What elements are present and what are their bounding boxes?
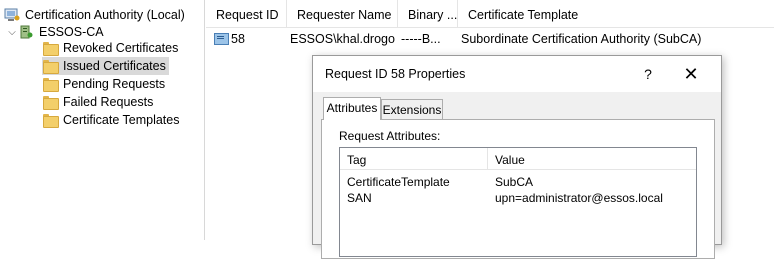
tree-item-certificate-templates[interactable]: Certificate Templates <box>42 111 183 129</box>
attribute-value[interactable]: upn=administrator@essos.local <box>495 191 663 205</box>
tree-item-root-label: Certification Authority (Local) <box>25 8 185 22</box>
attribute-tag[interactable]: CertificateTemplate <box>347 175 450 189</box>
attributes-list-header: Tag Value <box>340 148 696 170</box>
request-attributes-label: Request Attributes: <box>339 129 441 143</box>
tree-item-revoked-certificates[interactable]: Revoked Certificates <box>42 39 181 57</box>
cell-certificate-template: Subordinate Certification Authority (Sub… <box>461 31 702 46</box>
attribute-tag[interactable]: SAN <box>347 191 372 205</box>
computer-certificate-icon <box>4 8 20 22</box>
cell-request-id: 58 <box>231 31 245 46</box>
folder-icon <box>42 113 59 128</box>
help-button[interactable]: ? <box>633 63 663 85</box>
close-button[interactable]: ✕ <box>673 63 709 85</box>
column-header-certificate-template[interactable]: Certificate Template <box>458 0 774 28</box>
folder-icon <box>42 59 59 74</box>
column-header-tag[interactable]: Tag <box>347 153 366 167</box>
tree-item-root[interactable]: Certification Authority (Local) <box>4 6 188 24</box>
attribute-value[interactable]: SubCA <box>495 175 533 189</box>
chevron-down-icon[interactable]: ⌵ <box>6 27 18 38</box>
ca-server-icon <box>18 25 34 39</box>
dialog-title: Request ID 58 Properties <box>325 67 466 81</box>
tab-extensions[interactable]: Extensions <box>381 99 443 120</box>
folder-icon <box>42 41 59 56</box>
list-header: Request ID Requester Name Binary ... Cer… <box>206 0 774 28</box>
tab-attributes[interactable]: Attributes <box>323 97 381 120</box>
table-row[interactable]: 58 ESSOS\khal.drogo -----B... Subordinat… <box>206 29 774 48</box>
cell-binary: -----B... <box>401 31 441 46</box>
tree-item-label: Revoked Certificates <box>63 41 179 55</box>
folder-icon <box>42 95 59 110</box>
folder-icon <box>42 77 59 92</box>
certificate-icon <box>214 32 229 45</box>
tree-item-label: Pending Requests <box>63 77 166 91</box>
column-header-request-id[interactable]: Request ID <box>206 0 287 28</box>
console-tree: Certification Authority (Local) ⌵ ESSOS-… <box>0 0 205 240</box>
column-header-value[interactable]: Value <box>495 153 525 167</box>
tree-item-essos-ca-label: ESSOS-CA <box>39 25 104 39</box>
attributes-list[interactable]: Tag Value CertificateTemplate SubCA SAN … <box>339 147 697 257</box>
cell-requester-name: ESSOS\khal.drogo <box>290 31 395 46</box>
tree-item-label: Certificate Templates <box>63 113 180 127</box>
dialog-title-bar[interactable]: Request ID 58 Properties ? ✕ <box>313 56 721 92</box>
tree-item-label: Issued Certificates <box>63 59 166 73</box>
properties-dialog: Request ID 58 Properties ? ✕ Attributes … <box>312 55 722 259</box>
column-header-requester-name[interactable]: Requester Name <box>287 0 398 28</box>
tree-item-pending-requests[interactable]: Pending Requests <box>42 75 168 93</box>
tree-item-label: Failed Requests <box>63 95 154 109</box>
column-header-binary[interactable]: Binary ... <box>398 0 458 28</box>
column-divider[interactable] <box>487 148 488 170</box>
tree-item-issued-certificates[interactable]: Issued Certificates <box>42 57 169 75</box>
tree-item-failed-requests[interactable]: Failed Requests <box>42 93 156 111</box>
